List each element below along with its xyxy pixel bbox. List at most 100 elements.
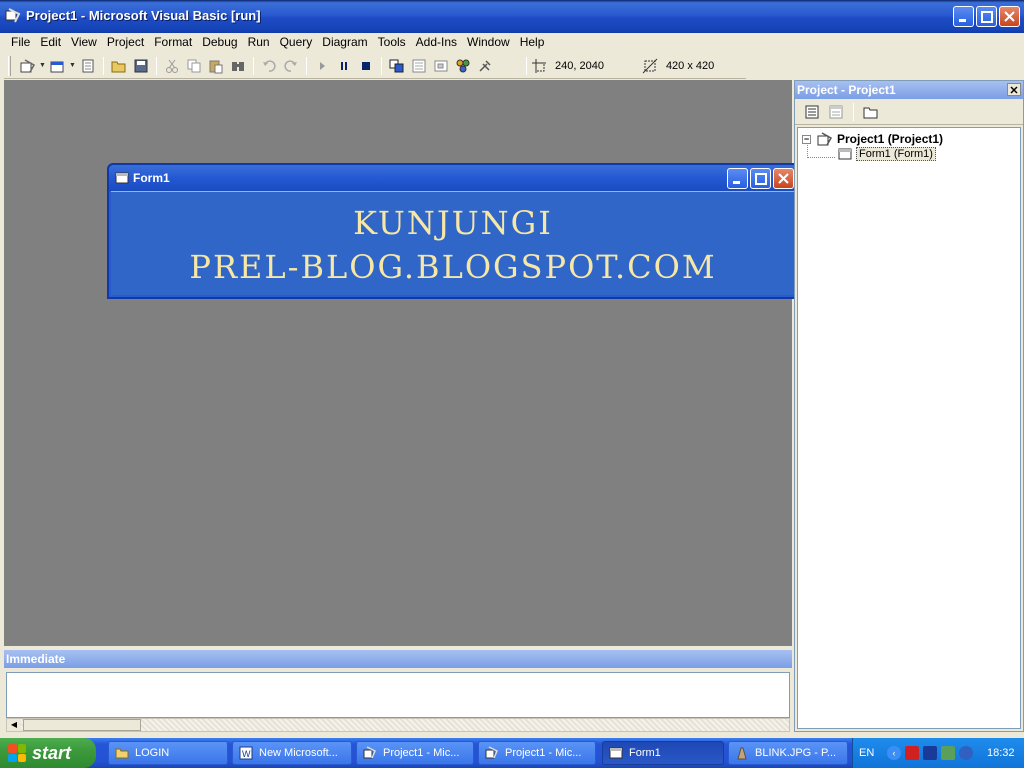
- form1-title-bar[interactable]: Form1: [109, 165, 797, 191]
- add-form-dropdown-icon[interactable]: ▼: [69, 62, 77, 69]
- menu-file[interactable]: File: [6, 33, 35, 52]
- paste-icon[interactable]: [205, 55, 227, 77]
- menu-add-ins[interactable]: Add-Ins: [411, 33, 462, 52]
- menu-project[interactable]: Project: [102, 33, 149, 52]
- form1-title: Form1: [133, 171, 170, 185]
- copy-icon[interactable]: [183, 55, 205, 77]
- horizontal-scrollbar[interactable]: ◀: [6, 718, 790, 732]
- cut-icon[interactable]: [161, 55, 183, 77]
- project-tree: − Project1 (Project1) Form1 (Form1): [797, 127, 1021, 729]
- add-form-icon[interactable]: [47, 55, 69, 77]
- language-indicator[interactable]: EN: [859, 747, 887, 759]
- toolbar-separator: [381, 56, 382, 75]
- task-label: New Microsoft...: [259, 747, 338, 759]
- minimize-icon: [959, 19, 966, 22]
- menu-window[interactable]: Window: [462, 33, 515, 52]
- maximize-button[interactable]: [976, 6, 997, 27]
- add-project-icon[interactable]: [17, 55, 39, 77]
- form-icon: [838, 148, 852, 160]
- scroll-left-icon[interactable]: ◀: [7, 719, 21, 731]
- toolbox-icon[interactable]: [474, 55, 496, 77]
- immediate-title[interactable]: Immediate: [4, 650, 792, 668]
- form1-client-area: KUNJUNGI PREL-BLOG.BLOGSPOT.COM: [111, 191, 795, 295]
- network-icon[interactable]: [923, 746, 937, 760]
- position-value: 240, 2040: [555, 59, 604, 72]
- minimize-button[interactable]: [953, 6, 974, 27]
- collapse-icon[interactable]: −: [802, 134, 811, 144]
- menu-help[interactable]: Help: [515, 33, 550, 52]
- start-icon[interactable]: [311, 55, 333, 77]
- standard-toolbar: ▼ ▼ 240, 2040 420 x 420: [4, 53, 746, 79]
- toolbar-separator: [306, 56, 307, 75]
- bluetooth-icon[interactable]: [959, 746, 973, 760]
- system-tray: EN ‹ 18:32: [852, 738, 1024, 768]
- menu-editor-icon[interactable]: [77, 55, 99, 77]
- project-explorer-close-button[interactable]: [1007, 83, 1021, 96]
- form1-maximize-button[interactable]: [750, 168, 771, 189]
- word-document-icon: W: [239, 746, 253, 760]
- tree-item-project1[interactable]: − Project1 (Project1): [802, 131, 943, 147]
- open-project-icon[interactable]: [108, 55, 130, 77]
- object-browser-icon[interactable]: [452, 55, 474, 77]
- security-shield-icon[interactable]: [905, 746, 919, 760]
- toggle-folders-icon[interactable]: [860, 101, 882, 123]
- window-title: Project1 - Microsoft Visual Basic [run]: [26, 8, 261, 23]
- clock[interactable]: 18:32: [987, 747, 1015, 759]
- menu-debug[interactable]: Debug: [197, 33, 242, 52]
- task-word-document[interactable]: W New Microsoft...: [232, 741, 352, 765]
- form-layout-icon[interactable]: [430, 55, 452, 77]
- task-login[interactable]: LOGIN: [108, 741, 228, 765]
- project-explorer-title-bar[interactable]: Project - Project1: [795, 81, 1023, 99]
- add-project-dropdown-icon[interactable]: ▼: [39, 62, 47, 69]
- break-icon[interactable]: [333, 55, 355, 77]
- task-label: BLINK.JPG - P...: [755, 747, 837, 759]
- view-object-icon[interactable]: [825, 101, 847, 123]
- task-project1-a[interactable]: Project1 - Mic...: [356, 741, 474, 765]
- banner-line-2: PREL-BLOG.BLOGSPOT.COM: [189, 248, 717, 286]
- main-title-bar[interactable]: Project1 - Microsoft Visual Basic [run]: [0, 0, 1024, 33]
- form1-window[interactable]: Form1 KUNJUNGI PREL-BLOG.BLOGSPOT.COM: [107, 163, 799, 299]
- toolbar-grip[interactable]: [8, 55, 11, 76]
- end-icon[interactable]: [355, 55, 377, 77]
- project-explorer-panel: Project - Project1 − Project1 (Project1)…: [794, 80, 1024, 732]
- immediate-window: Immediate ◀: [4, 650, 792, 734]
- form-icon: [115, 172, 129, 184]
- form1-minimize-button[interactable]: [727, 168, 748, 189]
- undo-icon[interactable]: [258, 55, 280, 77]
- minimize-icon: [733, 181, 740, 184]
- vb-app-icon: [363, 746, 376, 759]
- menu-format[interactable]: Format: [149, 33, 197, 52]
- save-project-icon[interactable]: [130, 55, 152, 77]
- menu-edit[interactable]: Edit: [35, 33, 66, 52]
- menu-run[interactable]: Run: [243, 33, 275, 52]
- menu-query[interactable]: Query: [275, 33, 318, 52]
- close-button[interactable]: [999, 6, 1020, 27]
- task-label: Form1: [629, 747, 661, 759]
- tree-item-form1[interactable]: Form1 (Form1): [838, 147, 936, 161]
- immediate-input-area[interactable]: [6, 672, 790, 718]
- project-explorer-title: Project - Project1: [797, 83, 896, 97]
- menu-diagram[interactable]: Diagram: [317, 33, 372, 52]
- task-form1[interactable]: Form1: [602, 741, 724, 765]
- project-explorer-icon[interactable]: [386, 55, 408, 77]
- properties-window-icon[interactable]: [408, 55, 430, 77]
- menu-view[interactable]: View: [66, 33, 102, 52]
- toolbar-separator: [253, 56, 254, 75]
- start-button[interactable]: start: [0, 738, 96, 768]
- scroll-thumb[interactable]: [23, 719, 141, 731]
- banner-line-1: KUNJUNGI: [353, 204, 553, 242]
- find-icon[interactable]: [227, 55, 249, 77]
- task-label: Project1 - Mic...: [383, 747, 460, 759]
- task-project1-b[interactable]: Project1 - Mic...: [478, 741, 596, 765]
- redo-icon[interactable]: [280, 55, 302, 77]
- volume-icon[interactable]: [941, 746, 955, 760]
- size-value: 420 x 420: [665, 59, 715, 72]
- task-blink-jpg[interactable]: BLINK.JPG - P...: [728, 741, 848, 765]
- form1-close-button[interactable]: [773, 168, 794, 189]
- view-code-icon[interactable]: [801, 101, 823, 123]
- menu-tools[interactable]: Tools: [373, 33, 411, 52]
- task-label: Project1 - Mic...: [505, 747, 582, 759]
- project-explorer-toolbar: [795, 99, 1023, 125]
- toolbar-separator: [156, 56, 157, 75]
- tray-expand-icon[interactable]: ‹: [887, 746, 901, 760]
